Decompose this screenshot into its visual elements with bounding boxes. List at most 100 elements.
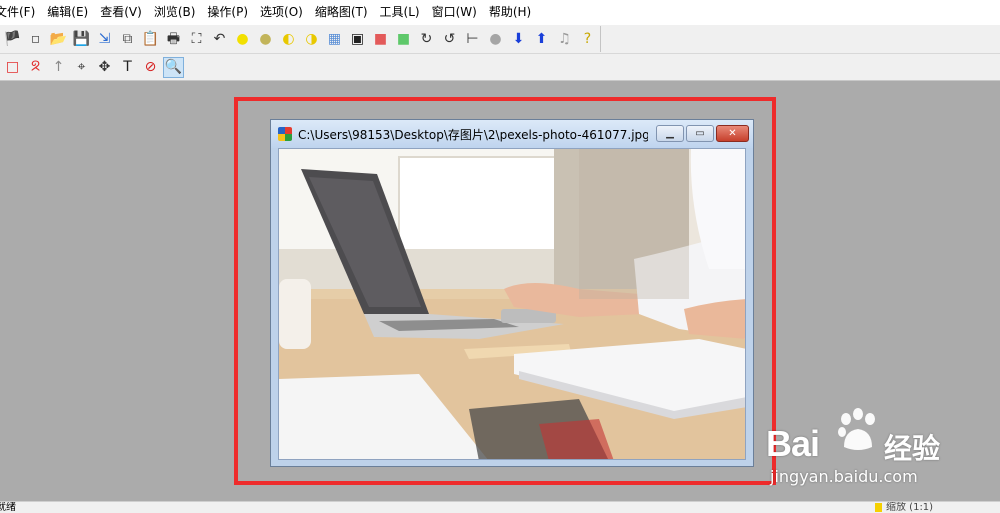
watermark-url: jingyan.baidu.com	[770, 467, 918, 486]
new-button[interactable]: ▫	[25, 29, 46, 50]
print-icon: 🖶	[166, 31, 181, 47]
measure-button[interactable]: ⊢	[462, 29, 483, 50]
arrow-up-button[interactable]: ⬆	[531, 29, 552, 50]
watermark-logo: Bai	[766, 423, 820, 464]
music-button[interactable]: ♫	[554, 29, 575, 50]
stop-button[interactable]: ⊘	[140, 57, 161, 78]
zoom-status: 缩放 (1:1)	[886, 502, 934, 513]
contrast-up-icon: ◐	[282, 31, 295, 47]
minimize-button[interactable]: ▁	[656, 125, 684, 142]
watermark-brand: 经验	[884, 432, 941, 465]
rotate-left-icon: ↺	[443, 31, 456, 47]
red-color-icon: ■	[373, 31, 388, 47]
save-button[interactable]: 💾	[71, 29, 92, 50]
menu-item-9[interactable]: 帮助(H)	[483, 0, 537, 25]
fullscreen-icon: ⛶	[191, 31, 202, 47]
menu-item-4[interactable]: 操作(P)	[201, 0, 254, 25]
menu-item-6[interactable]: 缩略图(T)	[309, 0, 374, 25]
menu-item-7[interactable]: 工具(L)	[374, 0, 426, 25]
paste-icon: 📋	[141, 31, 160, 47]
help-icon: ?	[583, 31, 592, 47]
red-color-button[interactable]: ■	[370, 29, 391, 50]
rotate-left-button[interactable]: ↺	[439, 29, 460, 50]
contrast-down-button[interactable]: ◑	[301, 29, 322, 50]
copy-icon: ⧉	[122, 31, 133, 47]
move-icon: ✥	[98, 59, 111, 75]
border-button[interactable]: ▣	[347, 29, 368, 50]
measure-icon: ⊢	[466, 31, 479, 47]
help-button[interactable]: ?	[577, 29, 598, 50]
undo-button[interactable]: ↶	[209, 29, 230, 50]
print-button[interactable]: 🖶	[163, 29, 184, 50]
crop-icon: ⌖	[77, 59, 86, 75]
acquire-button[interactable]: ⇲	[94, 29, 115, 50]
toolbar-group-main: 🏴 ▫ 📂 💾 ⇲ ⧉ 📋 🖶 ⛶ ↶ ● ● ◐ ◑ ▦ ▣ ■ ■ ↻ ↺ ⊢ ● ⬇ ⬆ ♫?	[0, 26, 601, 52]
info-icon: ●	[489, 31, 502, 47]
zoom-icon: 🔍	[164, 59, 183, 75]
browse-icon: 🏴	[3, 31, 22, 47]
brightness-up-icon: ●	[236, 31, 249, 47]
contrast-up-button[interactable]: ◐	[278, 29, 299, 50]
laptop-photo	[279, 149, 745, 459]
open-folder-icon: 📂	[49, 31, 68, 47]
line-arrow-icon: ↑	[52, 59, 65, 75]
green-color-button[interactable]: ■	[393, 29, 414, 50]
text-button[interactable]: T	[117, 57, 138, 78]
copy-button[interactable]: ⧉	[117, 29, 138, 50]
rect-select-button[interactable]: □	[2, 57, 23, 78]
close-button[interactable]: ✕	[716, 125, 749, 142]
move-button[interactable]: ✥	[94, 57, 115, 78]
info-button[interactable]: ●	[485, 29, 506, 50]
brightness-down-button[interactable]: ●	[255, 29, 276, 50]
arrow-down-button[interactable]: ⬇	[508, 29, 529, 50]
lasso-button[interactable]: ᘝ	[25, 57, 46, 78]
menu-item-3[interactable]: 浏览(B)	[148, 0, 202, 25]
maximize-icon: ▭	[695, 128, 705, 139]
crop-button[interactable]: ⌖	[71, 57, 92, 78]
menu-bar: 文件(F) 编辑(E) 查看(V) 浏览(B) 操作(P) 选项(O) 缩略图(T) 工具(L…	[0, 0, 1000, 25]
music-icon: ♫	[558, 31, 571, 47]
window-title: C:\Users\98153\Desktop\存图片\2\pexels-phot…	[298, 127, 648, 142]
image-window[interactable]: C:\Users\98153\Desktop\存图片\2\pexels-phot…	[270, 119, 754, 467]
menu-item-5[interactable]: 选项(O)	[254, 0, 309, 25]
menu-item-2[interactable]: 查看(V)	[94, 0, 148, 25]
rotate-right-icon: ↻	[420, 31, 433, 47]
arrow-down-icon: ⬇	[512, 31, 525, 47]
menu-item-0[interactable]: 文件(F)	[0, 0, 41, 25]
lasso-icon: ᘝ	[30, 59, 41, 75]
browse-button[interactable]: 🏴	[2, 29, 23, 50]
color-balance-icon: ▦	[327, 31, 342, 47]
status-indicator-icon	[875, 503, 882, 512]
arrow-up-icon: ⬆	[535, 31, 548, 47]
main-toolbar: 🏴 ▫ 📂 💾 ⇲ ⧉ 📋 🖶 ⛶ ↶ ● ● ◐ ◑ ▦ ▣ ■ ■ ↻ ↺ ⊢ ● ⬇ ⬆ ♫?	[0, 25, 1000, 54]
status-text: 就绪	[0, 502, 16, 513]
save-icon: 💾	[72, 31, 91, 47]
brightness-up-button[interactable]: ●	[232, 29, 253, 50]
image-window-titlebar[interactable]: C:\Users\98153\Desktop\存图片\2\pexels-phot…	[271, 120, 753, 148]
border-icon: ▣	[350, 31, 365, 47]
undo-icon: ↶	[213, 31, 226, 47]
text-icon: T	[123, 59, 132, 75]
new-icon: ▫	[30, 31, 41, 47]
zoom-button[interactable]: 🔍	[163, 56, 184, 78]
line-arrow-button[interactable]: ↑	[48, 57, 69, 78]
photo-canvas[interactable]	[278, 148, 746, 460]
paste-button[interactable]: 📋	[140, 29, 161, 50]
app-logo-icon	[278, 127, 292, 141]
baidu-watermark: Bai 经验 jingyan.baidu.com	[766, 405, 1000, 495]
acquire-icon: ⇲	[98, 31, 111, 47]
status-bar: 就绪 缩放 (1:1)	[0, 501, 1000, 513]
rotate-right-button[interactable]: ↻	[416, 29, 437, 50]
fullscreen-button[interactable]: ⛶	[186, 29, 207, 50]
maximize-button[interactable]: ▭	[686, 125, 714, 142]
minimize-icon: ▁	[666, 128, 674, 139]
color-balance-button[interactable]: ▦	[324, 29, 345, 50]
menu-item-1[interactable]: 编辑(E)	[41, 0, 94, 25]
toolbar-group-tools: □ ᘝ ↑ ⌖ ✥ T ⊘ 🔍	[0, 54, 186, 80]
contrast-down-icon: ◑	[305, 31, 318, 47]
open-folder-button[interactable]: 📂	[48, 29, 69, 50]
window-controls: ▁ ▭ ✕	[656, 125, 749, 142]
close-icon: ✕	[728, 128, 737, 139]
green-color-icon: ■	[396, 31, 411, 47]
menu-item-8[interactable]: 窗口(W)	[426, 0, 483, 25]
